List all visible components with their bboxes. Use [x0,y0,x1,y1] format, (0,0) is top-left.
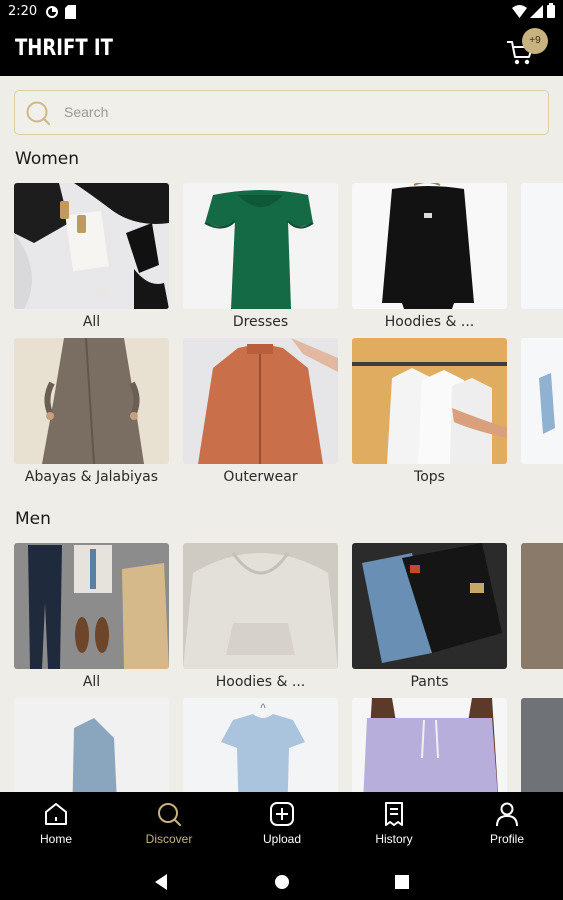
status-bar: 2:20 [0,0,563,24]
outfit-flatlay-photo [14,543,169,669]
nav-label: Upload [262,832,302,846]
category-tile-men-all[interactable] [14,543,169,669]
wifi-icon [512,5,527,18]
category-tile-men-row2-1[interactable] [14,698,169,792]
green-dress-photo [183,183,338,309]
nav-history[interactable]: History [338,800,450,856]
search-input[interactable]: Search [14,90,549,135]
category-label: Tops [414,469,445,485]
category-tile-tops[interactable] [352,338,507,464]
jeans-photo [352,543,507,669]
back-icon[interactable] [150,870,174,894]
home-button-icon[interactable] [270,870,294,894]
sweatpants-photo [352,698,507,792]
cart-badge: +9 [522,28,548,54]
denim-jacket-photo [14,698,169,792]
category-tile-men-hoodies[interactable] [183,543,338,669]
jacket-photo [183,338,338,464]
app-title: THRIFT IT [15,36,113,61]
category-label: Hoodies & ... [215,674,306,690]
section-title-women: Women [15,149,80,169]
status-time: 2:20 [8,4,38,19]
category-tile-partial[interactable] [521,698,563,792]
category-tile-abayas[interactable] [14,338,169,464]
signal-icon [530,5,543,18]
category-tile-outerwear[interactable] [183,338,338,464]
category-tile-women-hoodies[interactable] [352,183,507,309]
cart-button[interactable]: +9 [505,28,548,65]
category-label: Hoodies & ... [384,314,475,330]
hoodie-photo [183,543,338,669]
nav-label: History [375,832,413,846]
category-tile-women-all[interactable] [14,183,169,309]
sync-icon [46,6,58,18]
nav-home[interactable]: Home [0,800,112,856]
category-tile-pants[interactable] [352,543,507,669]
jewelry-photo [14,183,169,309]
search-placeholder: Search [64,104,109,120]
home-icon [45,803,67,825]
nav-label: Home [39,832,72,846]
nav-label: Profile [489,832,524,846]
category-label: Pants [410,674,449,690]
category-tile-partial[interactable] [521,338,563,464]
add-icon [270,802,294,826]
app-header: THRIFT IT +9 [0,24,563,76]
nav-label: Discover [145,832,193,846]
shirts-rack-photo [352,338,507,464]
bottom-nav: Home Discover Upload History Profile [0,792,563,862]
category-label: All [82,314,101,330]
category-tile-men-row2-2[interactable] [183,698,338,792]
category-label: All [82,674,101,690]
tshirt-photo [183,698,338,792]
category-tile-partial[interactable] [521,543,563,669]
system-nav-bar [0,862,563,900]
search-icon [158,803,181,826]
category-tile-dresses[interactable] [183,183,338,309]
abaya-photo [14,338,169,464]
category-tile-partial[interactable] [521,183,563,309]
nav-profile[interactable]: Profile [451,800,563,856]
category-label: Outerwear [223,469,298,485]
recents-icon[interactable] [390,870,414,894]
profile-icon [496,802,518,827]
nav-discover[interactable]: Discover [113,800,225,856]
nav-upload[interactable]: Upload [226,800,338,856]
partial-photo [521,183,563,309]
sd-card-icon [65,5,76,19]
battery-icon [547,3,555,18]
section-title-men: Men [15,509,51,529]
search-icon [26,101,50,125]
category-tile-men-row2-3[interactable] [352,698,507,792]
partial-photo [521,698,563,792]
category-label: Abayas & Jalabiyas [24,469,159,485]
partial-photo [521,338,563,464]
discover-content[interactable]: Search Women All Dresses Hoodies & ... A… [0,76,563,792]
partial-photo [521,543,563,669]
receipt-icon [385,802,403,826]
black-sweater-photo [352,183,507,309]
category-label: Dresses [232,314,289,330]
